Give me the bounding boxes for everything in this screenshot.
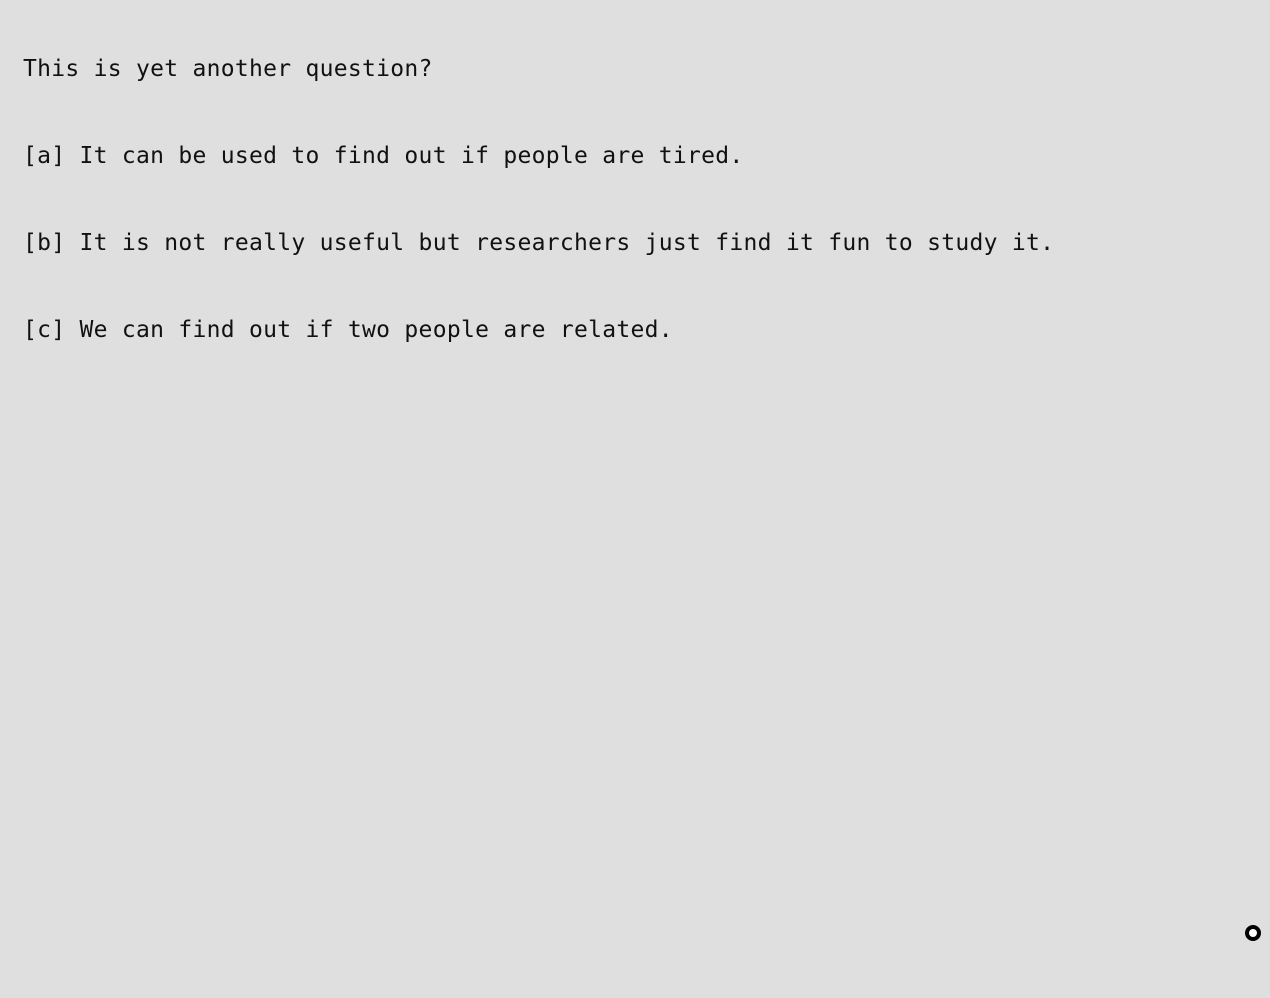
question-text: This is yet another question? xyxy=(23,56,433,82)
answer-option-b[interactable]: [b] It is not really useful but research… xyxy=(23,228,1054,258)
answer-option-a[interactable]: [a] It can be used to find out if people… xyxy=(23,141,744,171)
answer-option-c[interactable]: [c] We can find out if two people are re… xyxy=(23,315,673,345)
ring-target-icon xyxy=(1245,925,1261,941)
